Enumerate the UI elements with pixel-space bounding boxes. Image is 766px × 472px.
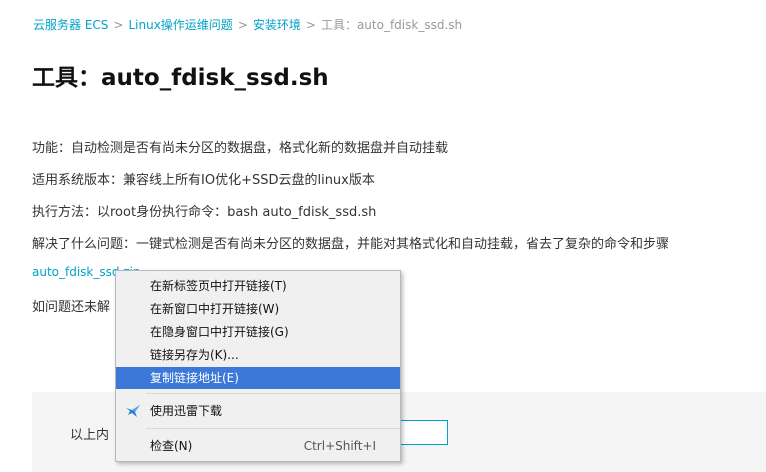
- menu-item-label: 检查(N): [150, 439, 193, 453]
- menu-item-open-new-tab[interactable]: 在新标签页中打开链接(T): [116, 275, 400, 297]
- feedback-text: 以上内: [70, 428, 110, 443]
- paragraph-usage: 执行方法：以root身份执行命令：bash auto_fdisk_ssd.sh: [32, 205, 377, 220]
- breadcrumb-item-ecs[interactable]: 云服务器 ECS: [33, 18, 108, 32]
- paragraph-function: 功能：自动检测是否有尚未分区的数据盘，格式化新的数据盘并自动挂载: [32, 141, 449, 156]
- menu-separator: [146, 428, 400, 429]
- menu-item-label: 使用迅雷下载: [150, 404, 223, 418]
- menu-item-save-link-as[interactable]: 链接另存为(K)...: [116, 344, 400, 366]
- breadcrumb-item-install-env[interactable]: 安装环境: [253, 18, 301, 32]
- question-text: 如问题还未解: [32, 300, 111, 315]
- breadcrumb: 云服务器 ECS > Linux操作运维问题 > 安装环境 > 工具：auto_fdisk_…: [33, 16, 462, 33]
- page-title: 工具：auto_fdisk_ssd.sh: [32, 65, 329, 91]
- menu-item-copy-link-address[interactable]: 复制链接地址(E): [116, 367, 400, 389]
- breadcrumb-separator: >: [305, 18, 316, 32]
- breadcrumb-current: 工具：auto_fdisk_ssd.sh: [320, 18, 463, 32]
- breadcrumb-separator: >: [113, 18, 124, 32]
- thunder-bird-icon: [126, 405, 140, 417]
- menu-separator: [146, 393, 400, 394]
- paragraph-versions: 适用系统版本：兼容线上所有IO优化+SSD云盘的linux版本: [32, 173, 375, 188]
- menu-item-open-incognito[interactable]: 在隐身窗口中打开链接(G): [116, 321, 400, 343]
- paragraph-solves: 解决了什么问题：一键式检测是否有尚未分区的数据盘，并能对其格式化和自动挂载，省去…: [32, 237, 670, 252]
- breadcrumb-separator: >: [237, 18, 248, 32]
- menu-item-open-new-window[interactable]: 在新窗口中打开链接(W): [116, 298, 400, 320]
- context-menu: 在新标签页中打开链接(T) 在新窗口中打开链接(W) 在隐身窗口中打开链接(G)…: [115, 270, 401, 462]
- menu-item-shortcut: Ctrl+Shift+I: [303, 439, 376, 453]
- menu-item-inspect[interactable]: 检查(N) Ctrl+Shift+I: [116, 435, 400, 457]
- menu-item-thunder-download[interactable]: 使用迅雷下载: [116, 400, 400, 422]
- breadcrumb-item-linux-ops[interactable]: Linux操作运维问题: [128, 18, 232, 32]
